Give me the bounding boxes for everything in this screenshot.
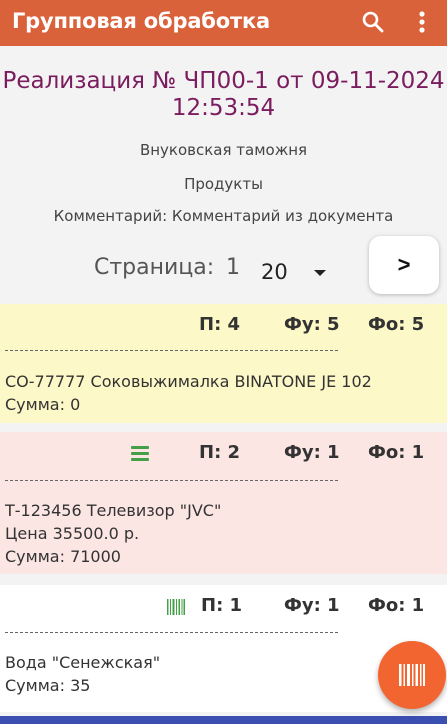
item-name: Т-123456 Телевизор "JVC" [5,501,222,520]
item-sum: Сумма: 0 [5,395,81,414]
list-item[interactable]: П: 1 Фу: 1 Фо: 1 Вода "Сенежская" Сумма:… [0,585,447,712]
app-bar: Групповая обработка [0,0,447,46]
barcode-scan-icon [399,664,425,686]
document-header: Реализация № ЧП00-1 от 09-11-2024 12:53:… [0,46,447,302]
next-page-button[interactable]: > [369,236,439,294]
barcode-icon [167,599,185,615]
fact-count-u: Фу: 1 [284,595,340,616]
warehouse-label: Внуковская таможня [139,141,308,159]
navigation-bar [0,716,447,724]
item-name: Вода "Сенежская" [5,653,161,672]
page-number: 1 [226,255,240,280]
fact-count-o: Фо: 5 [368,314,425,335]
fact-count-u: Фу: 1 [284,442,340,463]
page-label: Страница: [94,255,215,280]
fact-count-o: Фо: 1 [368,442,425,463]
plan-count: П: 2 [199,442,241,463]
per-page-select[interactable]: 20 [258,256,332,290]
divider [5,350,338,351]
document-title-line2: 12:53:54 [171,95,276,121]
document-title-line1: Реализация № ЧП00-1 от 09-11-2024 [2,68,445,94]
item-sum: Сумма: 71000 [5,547,121,566]
item-name: СО-77777 Соковыжималка BINATONE JE 102 [5,372,372,391]
item-sum: Сумма: 35 [5,676,91,695]
search-icon[interactable] [360,9,386,35]
plan-count: П: 4 [199,314,241,335]
scan-barcode-button[interactable] [378,641,446,709]
divider [5,480,338,481]
more-vertical-icon[interactable] [414,8,430,36]
divider [5,632,338,633]
per-page-value: 20 [261,260,288,284]
plan-count: П: 1 [201,595,243,616]
list-item[interactable]: П: 2 Фу: 1 Фо: 1 Т-123456 Телевизор "JVC… [0,432,447,574]
fact-count-u: Фу: 5 [284,314,340,335]
list-lines-icon [131,446,149,461]
category-label: Продукты [184,175,263,193]
document-title: Реализация № ЧП00-1 от 09-11-2024 12:53:… [0,68,447,122]
dropdown-arrow-icon [314,270,326,276]
item-price: Цена 35500.0 р. [5,524,140,543]
app-title: Групповая обработка [12,9,270,33]
comment-label: Комментарий: Комментарий из документа [53,207,394,225]
list-item[interactable]: П: 4 Фу: 5 Фо: 5 СО-77777 Соковыжималка … [0,304,447,423]
fact-count-o: Фо: 1 [368,595,425,616]
